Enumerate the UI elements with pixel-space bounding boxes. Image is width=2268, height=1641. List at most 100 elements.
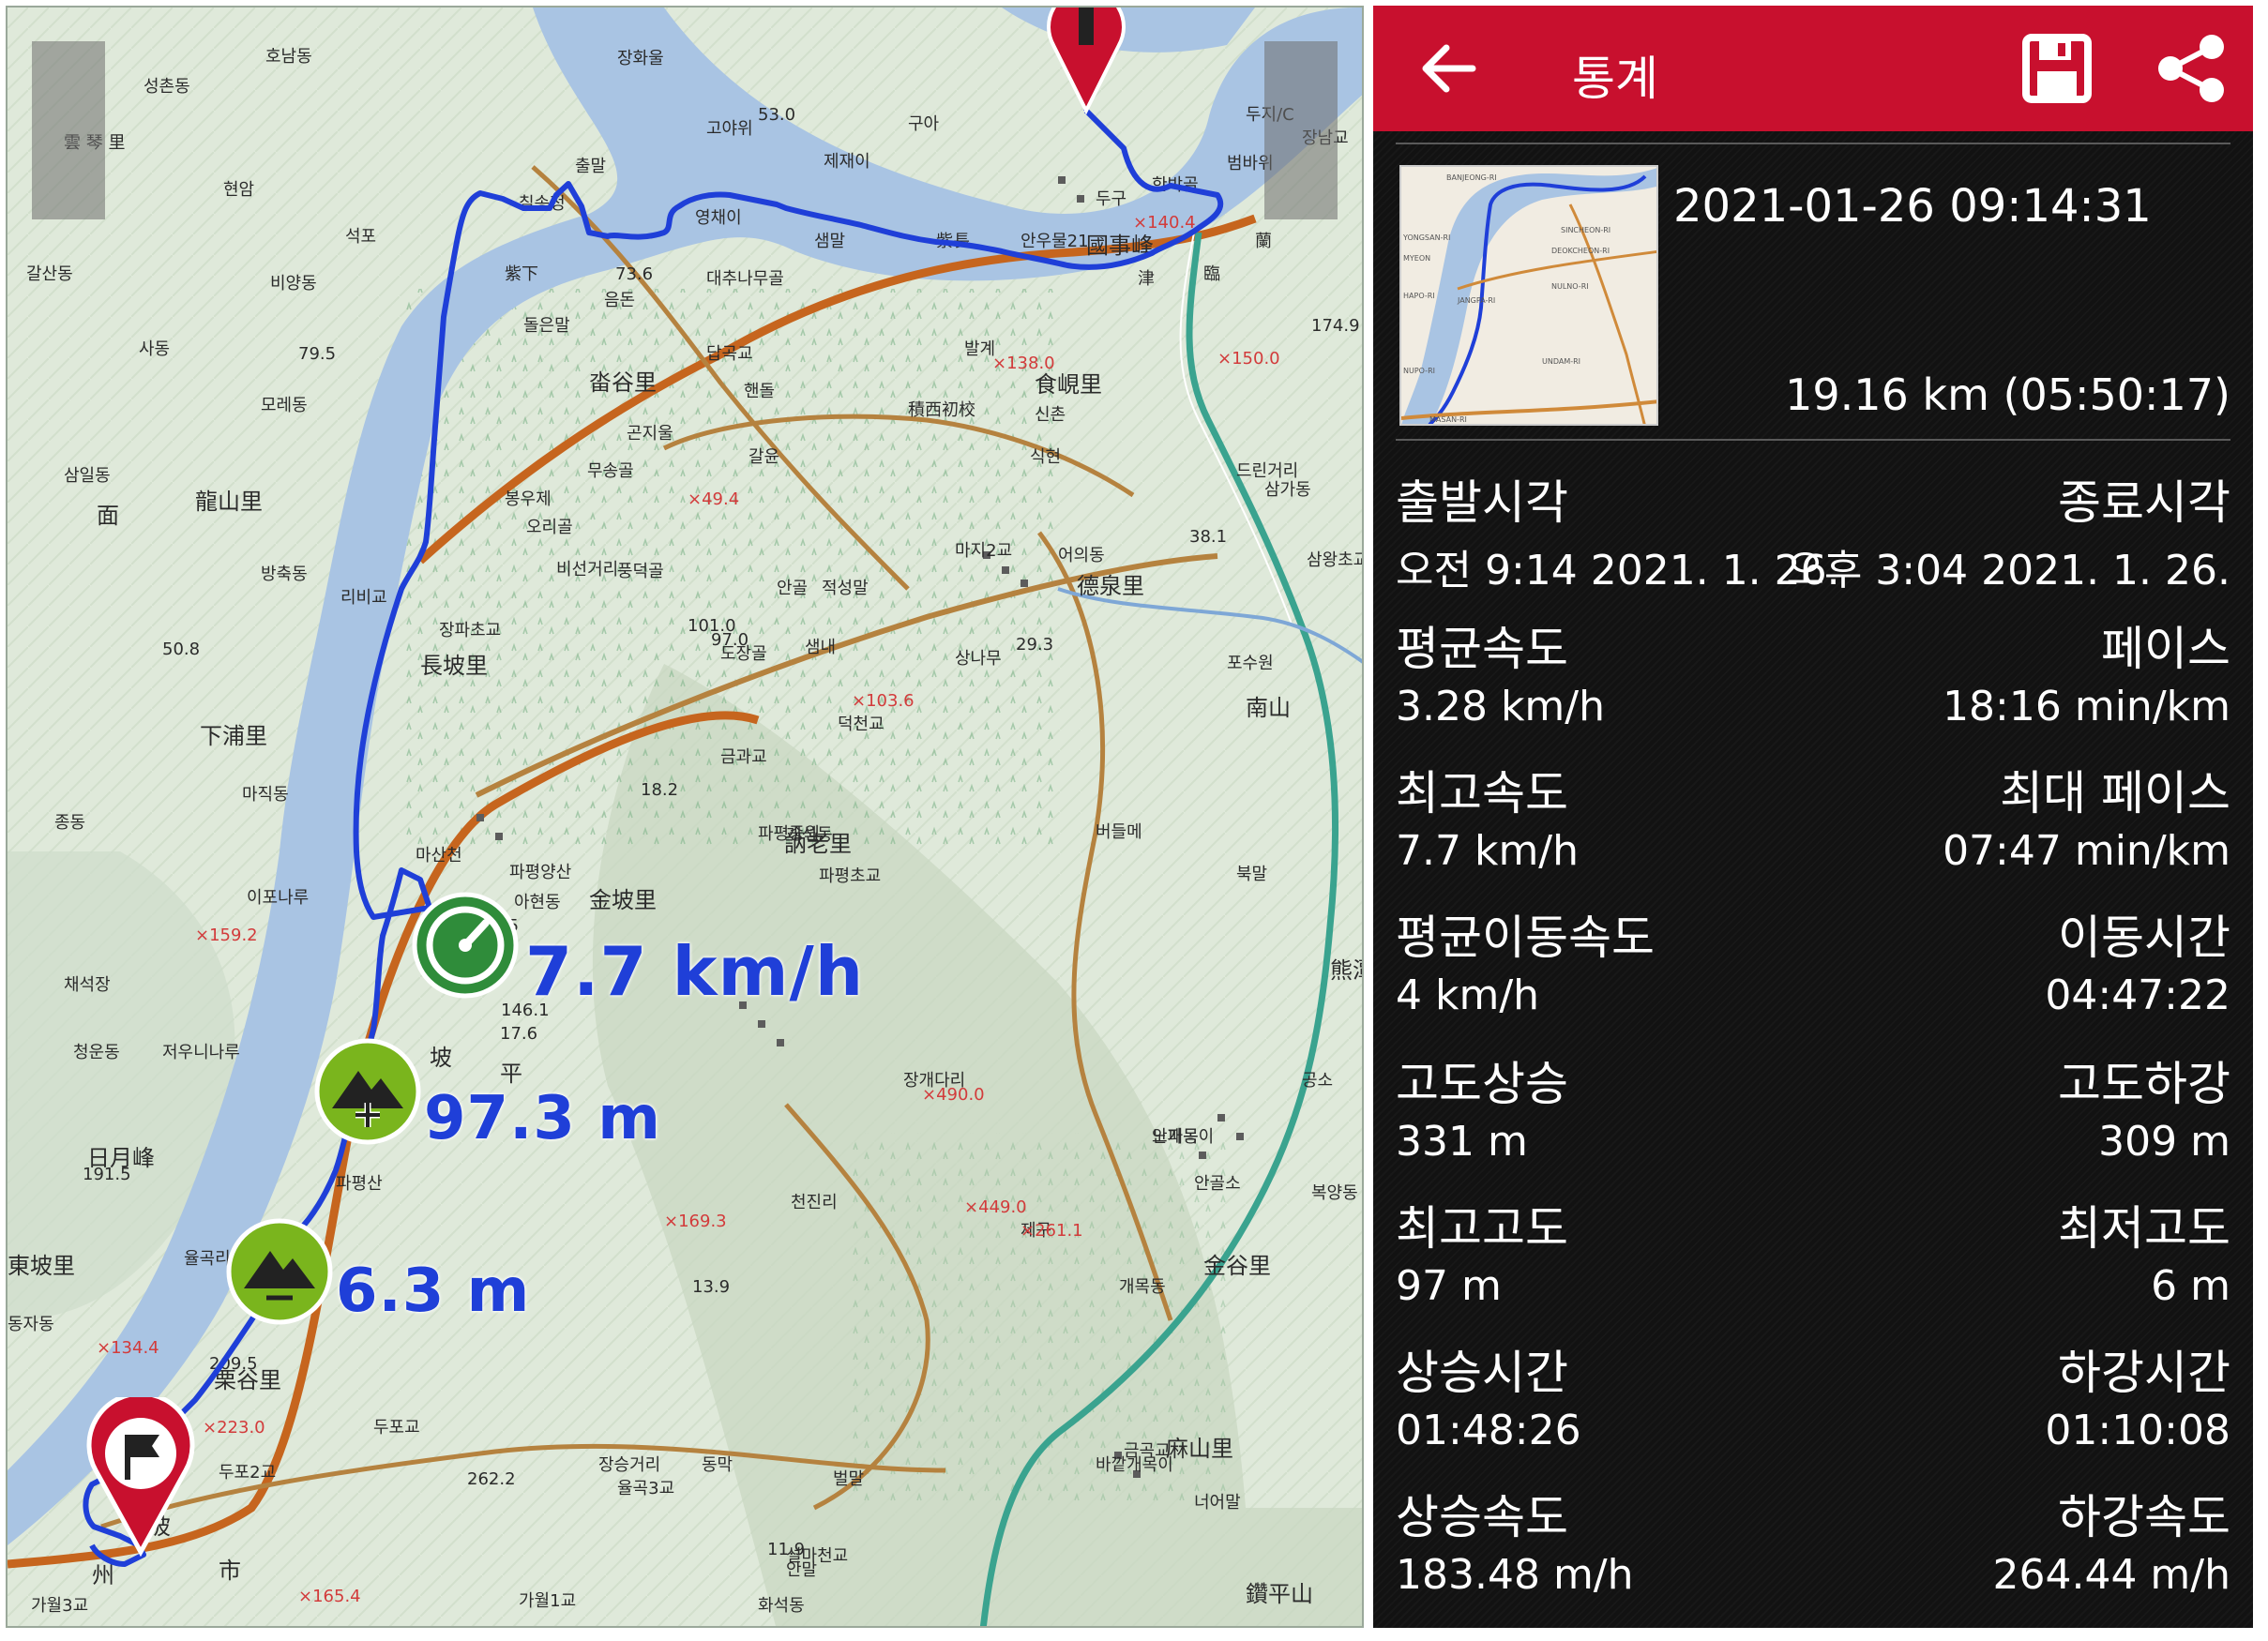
map-place-label: ×261.1: [1021, 1221, 1083, 1241]
map-place-label: 蘭: [1255, 232, 1272, 251]
thumbnail-label: YONGSAN-RI: [1402, 233, 1450, 242]
map-place-label: 동막: [702, 1455, 733, 1475]
map-place-label: 마산천: [416, 846, 462, 866]
speedometer-icon[interactable]: [411, 891, 520, 1000]
map-place-label: ×134.4: [97, 1338, 159, 1358]
map-place-label: 봉우제: [505, 489, 552, 509]
map-place-label: 포수원: [1227, 654, 1274, 673]
page-title: 통계: [1572, 52, 1658, 106]
min-altitude-icon[interactable]: [225, 1217, 334, 1326]
thumbnail-label: NUPO-RI: [1403, 367, 1435, 375]
map-place-label: 리비교: [340, 588, 387, 608]
map-pan-right-button[interactable]: [1264, 41, 1338, 219]
stat-value-left: 331 m: [1396, 1118, 1528, 1166]
map-place-label: 북말: [1236, 865, 1267, 884]
map-place-label: 개목동: [1119, 1277, 1166, 1297]
map-place-label: ×223.0: [203, 1418, 265, 1438]
stat-label-left: 최고고도: [1396, 1201, 1568, 1256]
map-place-label: 적성말: [822, 579, 869, 598]
map-place-label: 畓谷里: [589, 369, 657, 396]
map-place-label: 面: [97, 503, 119, 529]
map-place-label: 발계: [964, 339, 995, 359]
divider: [1396, 143, 2230, 144]
map-place-label: 돌은말: [523, 316, 570, 336]
stat-value-right: 309 m: [2098, 1118, 2230, 1166]
map-place-label: 곤지울: [627, 424, 673, 444]
max-altitude-icon[interactable]: [313, 1037, 422, 1146]
floppy-disk-icon[interactable]: [2020, 32, 2094, 105]
route-thumbnail[interactable]: BANJEONG-RI YONGSAN-RI MYEON HAPO-RI NUPO-RI…: [1399, 165, 1658, 426]
map-place-label: 호남동: [265, 47, 312, 67]
map-place-label: 갈윤: [748, 447, 779, 467]
map-pan-left-button[interactable]: [32, 41, 105, 219]
stat-label-right: 페이스: [2101, 622, 2230, 676]
track-datetime: 2021-01-26 09:14:31: [1673, 180, 2152, 233]
stat-value-left: 01:48:26: [1396, 1407, 1581, 1454]
map-place-label: 臨: [1203, 264, 1220, 284]
map-place-label: 파평산: [336, 1174, 383, 1194]
map-place-label: ×165.4: [298, 1587, 361, 1606]
stat-value-right: 18:16 min/km: [1943, 683, 2230, 730]
map-place-label: 13.9: [692, 1277, 730, 1297]
map-place-label: 사동: [139, 339, 170, 359]
map-place-label: 장승거리: [598, 1455, 660, 1475]
map-place-label: 방축동: [261, 565, 308, 584]
stat-value-right: 264.44 m/h: [1992, 1551, 2230, 1599]
app-bar: 통계: [1373, 6, 2253, 131]
share-icon[interactable]: [2155, 32, 2229, 105]
map-canvas[interactable]: 호남동성촌동雲 琴 里현암석포갈산동비양동사동79.5모레동삼일동龍山里面방축동…: [8, 8, 1364, 1628]
map-place-label: 음돈: [604, 291, 635, 310]
map-place-label: 29.3: [1016, 635, 1053, 655]
map-place-label: 이포나루: [247, 888, 309, 908]
map-place-label: 모레동: [261, 396, 308, 415]
map-place-label: 삼왕초교: [1307, 550, 1364, 570]
map-place-label: ×49.4: [688, 489, 739, 509]
map-place-label: 덕천교: [838, 715, 885, 734]
start-flag-pin-icon[interactable]: [84, 1397, 197, 1557]
map-place-label: 가월3교: [31, 1596, 88, 1616]
stat-label-left: 평균속도: [1396, 622, 1568, 676]
map-place-label: 버들메: [1096, 822, 1142, 842]
map-place-label: 무송골: [587, 461, 634, 481]
map-view[interactable]: 호남동성촌동雲 琴 里현암석포갈산동비양동사동79.5모레동삼일동龍山里面방축동…: [6, 6, 1364, 1628]
map-place-label: 너어말: [1194, 1493, 1241, 1513]
map-place-label: 종동: [54, 813, 85, 833]
map-place-label: 설마천교: [786, 1546, 848, 1566]
track-distance-duration: 19.16 km (05:50:17): [1785, 369, 2230, 420]
map-place-label: 積西初校: [908, 400, 975, 420]
map-place-label: 신촌: [1035, 405, 1066, 425]
map-place-label: 공소: [1302, 1071, 1333, 1091]
min-altitude-map-label: 6.3 m: [336, 1257, 531, 1326]
thumbnail-label: SINCHEON-RI: [1561, 226, 1610, 234]
map-place-label: 가월1교: [519, 1591, 576, 1611]
map-place-label: 대추나무골: [706, 269, 784, 289]
map-place-label: 제재이: [824, 152, 870, 172]
map-place-label: 龍山里: [195, 489, 263, 515]
map-place-label: 麻山里: [1166, 1436, 1233, 1462]
map-place-label: 下浦里: [200, 723, 267, 749]
arrow-left-icon[interactable]: [1414, 34, 1484, 103]
map-place-label: 174.9: [1311, 316, 1360, 336]
map-place-label: ×449.0: [964, 1197, 1027, 1217]
stat-label-left: 상승시간: [1396, 1346, 1568, 1400]
map-place-label: 262.2: [467, 1469, 516, 1489]
stat-label-right: 이동시간: [2058, 911, 2230, 965]
map-place-label: 현암: [223, 180, 254, 200]
end-pin-icon[interactable]: [1030, 8, 1142, 120]
map-place-label: 답곡교: [706, 344, 753, 364]
map-place-label: 두구: [1096, 189, 1126, 209]
map-place-label: 삼일동: [64, 466, 111, 486]
map-place-label: 풍덕골: [617, 562, 664, 581]
map-place-label: 長坡里: [420, 653, 488, 679]
map-place-label: 벌말: [833, 1469, 864, 1489]
map-place-label: 파평초교: [819, 866, 881, 886]
stat-label-right: 종료시각: [2058, 475, 2230, 530]
map-place-label: 안골: [777, 579, 808, 598]
map-place-label: 18.2: [641, 780, 678, 800]
stat-label-left: 출발시각: [1396, 475, 1568, 530]
map-place-label: 율곡3교: [617, 1479, 674, 1498]
thumbnail-label: BANJEONG-RI: [1446, 173, 1497, 182]
map-place-label: 紫下: [505, 264, 538, 284]
map-place-label: ×103.6: [852, 691, 915, 711]
map-place-label: 17.6: [500, 1024, 537, 1044]
